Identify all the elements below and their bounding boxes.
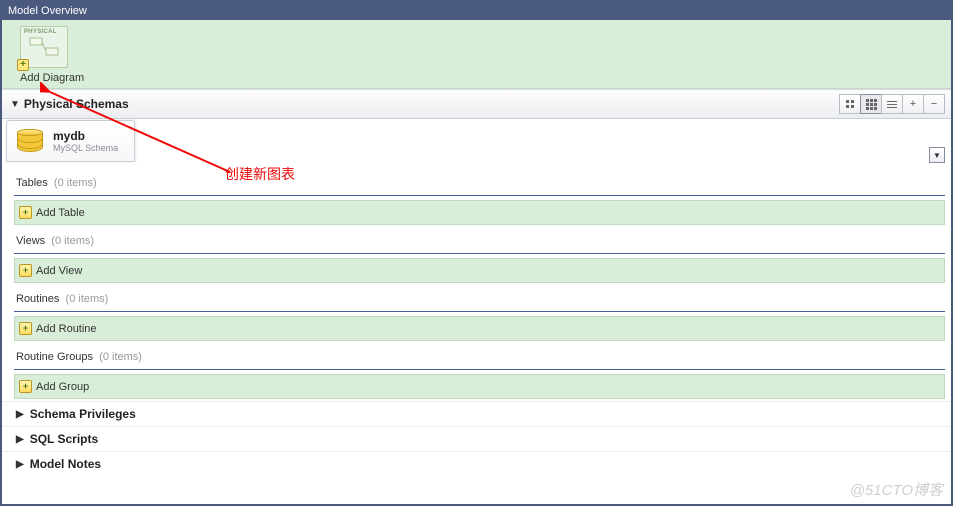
- window-titlebar: Model Overview: [2, 2, 951, 20]
- triangle-right-icon: ▶: [16, 459, 24, 470]
- plus-icon: +: [19, 380, 32, 393]
- schema-privileges-section[interactable]: ▶ Schema Privileges: [2, 401, 951, 426]
- schema-name: mydb: [53, 129, 118, 143]
- add-table-label: Add Table: [36, 207, 85, 219]
- view-large-icons-button[interactable]: [839, 94, 861, 114]
- routine-groups-label: Routine Groups: [16, 351, 93, 363]
- model-notes-label: Model Notes: [30, 457, 101, 471]
- routine-groups-count: (0 items): [99, 351, 142, 363]
- views-header: Views (0 items): [14, 227, 945, 254]
- window-title: Model Overview: [8, 5, 87, 17]
- add-view-button[interactable]: + Add View: [14, 258, 945, 283]
- add-group-button[interactable]: + Add Group: [14, 374, 945, 399]
- add-diagram-label: Add Diagram: [20, 72, 943, 84]
- plus-icon: +: [19, 322, 32, 335]
- plus-icon: +: [19, 206, 32, 219]
- triangle-right-icon: ▶: [16, 409, 24, 420]
- diagram-physical-label: PHYSICAL: [24, 29, 57, 35]
- add-routine-label: Add Routine: [36, 323, 97, 335]
- add-view-label: Add View: [36, 265, 82, 277]
- schema-tab-mydb[interactable]: mydb MySQL Schema: [6, 120, 135, 162]
- diagram-icon-graphic: [26, 35, 62, 59]
- model-notes-section[interactable]: ▶ Model Notes: [2, 451, 951, 476]
- plus-icon: +: [910, 98, 916, 110]
- view-small-icons-button[interactable]: [860, 94, 882, 114]
- minus-icon: −: [931, 98, 937, 110]
- diagrams-section: PHYSICAL + Add Diagram: [2, 20, 951, 89]
- views-label: Views: [16, 235, 45, 247]
- schema-privileges-label: Schema Privileges: [30, 407, 136, 421]
- schema-tabs: mydb MySQL Schema ▼: [2, 119, 951, 169]
- sql-scripts-label: SQL Scripts: [30, 432, 98, 446]
- remove-schema-button[interactable]: −: [923, 94, 945, 114]
- tables-label: Tables: [16, 177, 48, 189]
- physical-schemas-header[interactable]: ▼ Physical Schemas + −: [2, 89, 951, 119]
- tables-count: (0 items): [54, 177, 97, 189]
- database-icon: [15, 127, 45, 155]
- schema-subtitle: MySQL Schema: [53, 143, 118, 153]
- add-diagram-button[interactable]: PHYSICAL +: [20, 26, 68, 68]
- tables-header: Tables (0 items): [14, 169, 945, 196]
- add-routine-button[interactable]: + Add Routine: [14, 316, 945, 341]
- chevron-down-icon: ▼: [933, 151, 941, 160]
- views-count: (0 items): [51, 235, 94, 247]
- routine-groups-header: Routine Groups (0 items): [14, 343, 945, 370]
- routines-count: (0 items): [66, 293, 109, 305]
- watermark: @51CTO博客: [850, 479, 943, 500]
- routines-label: Routines: [16, 293, 59, 305]
- model-overview-window: Model Overview PHYSICAL + Add Diagram ▼ …: [0, 0, 953, 506]
- add-schema-button[interactable]: +: [902, 94, 924, 114]
- sql-scripts-section[interactable]: ▶ SQL Scripts: [2, 426, 951, 451]
- schema-dropdown-button[interactable]: ▼: [929, 147, 945, 163]
- add-table-button[interactable]: + Add Table: [14, 200, 945, 225]
- add-group-label: Add Group: [36, 381, 89, 393]
- routines-header: Routines (0 items): [14, 285, 945, 312]
- add-diagram-plus-icon: +: [17, 59, 29, 71]
- physical-schemas-title: Physical Schemas: [24, 97, 840, 111]
- plus-icon: +: [19, 264, 32, 277]
- triangle-right-icon: ▶: [16, 434, 24, 445]
- view-list-button[interactable]: [881, 94, 903, 114]
- collapse-icon: ▼: [10, 99, 20, 110]
- annotation-text: 创建新图表: [225, 164, 295, 184]
- view-mode-buttons: + −: [840, 94, 945, 114]
